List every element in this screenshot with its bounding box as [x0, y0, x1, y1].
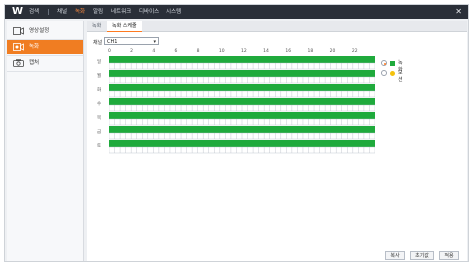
channel-select[interactable]: CH1 ▾: [104, 37, 159, 45]
main-panel: 녹화 녹화 스케줄 채널 CH1 ▾ 0 2 4 6 8 10 12 14 16 18 20 22 일…: [87, 21, 467, 261]
motion-radio[interactable]: [381, 70, 387, 76]
menu-channel[interactable]: 채널: [57, 5, 67, 19]
record-icon: [13, 43, 24, 51]
hour-tick-label: 18: [307, 49, 314, 54]
record-radio[interactable]: [381, 60, 387, 66]
schedule-day-bar[interactable]: [109, 112, 375, 119]
hour-tick-label: 16: [285, 49, 292, 54]
menu-alarm[interactable]: 알림: [93, 5, 103, 19]
day-row-label: 화: [97, 88, 102, 93]
menu-device[interactable]: 디바이스: [139, 5, 159, 19]
camera-settings-icon: [13, 27, 24, 35]
schedule-day-bar[interactable]: [109, 140, 375, 147]
copy-button[interactable]: 복사: [385, 251, 405, 260]
close-icon[interactable]: ✕: [455, 5, 462, 19]
schedule-day-bar[interactable]: [109, 70, 375, 77]
reset-button[interactable]: 초기값: [410, 251, 434, 260]
menu-system[interactable]: 시스템: [166, 5, 181, 19]
day-row-label: 금: [97, 130, 102, 135]
hour-tick-label: 14: [263, 49, 269, 54]
schedule-day-bar[interactable]: [109, 126, 375, 133]
channel-value: CH1: [107, 39, 118, 45]
sidebar-divider: [7, 71, 83, 72]
chevron-down-icon: ▾: [153, 39, 156, 45]
day-row-label: 목: [97, 116, 102, 121]
menu-separator: [48, 9, 49, 15]
sidebar-item-video-settings[interactable]: 영상설정: [7, 24, 83, 38]
day-row-label: 월: [97, 74, 102, 79]
sidebar-item-capture[interactable]: 캡처: [7, 56, 83, 70]
legend-motion-label: 모션: [398, 70, 403, 83]
app-window: W 검색 채널 녹화 알림 네트워크 디바이스 시스템 ✕ 영상설정 녹화 캡처…: [4, 4, 469, 262]
capture-icon: [13, 59, 24, 67]
hour-tick-label: 10: [218, 49, 225, 54]
hour-tick-label: 12: [241, 49, 247, 54]
app-logo: W: [12, 6, 24, 17]
hour-tick-label: 22: [351, 49, 358, 54]
menu-record[interactable]: 녹화: [75, 5, 85, 19]
apply-button[interactable]: 적용: [439, 251, 459, 260]
record-swatch: [390, 61, 395, 66]
hour-tick-label: 8: [196, 49, 200, 54]
day-row-label: 일: [97, 60, 102, 65]
sidebar-item-label: 영상설정: [29, 28, 50, 34]
top-menu-bar: W 검색 채널 녹화 알림 네트워크 디바이스 시스템 ✕: [5, 5, 468, 19]
day-row-label: 토: [97, 144, 102, 149]
tab-record[interactable]: 녹화: [87, 21, 106, 31]
tab-record-schedule[interactable]: 녹화 스케줄: [107, 21, 142, 32]
schedule-day-bar[interactable]: [109, 56, 375, 63]
tab-bar: 녹화 녹화 스케줄: [87, 21, 467, 32]
schedule-day-bar[interactable]: [109, 84, 375, 91]
menu-network[interactable]: 네트워크: [111, 5, 131, 19]
hour-tick-label: 6: [174, 49, 178, 54]
channel-label: 채널: [93, 40, 103, 46]
sidebar-item-record[interactable]: 녹화: [7, 40, 83, 54]
sidebar-item-label: 녹화: [29, 44, 40, 50]
schedule-day-bar[interactable]: [109, 98, 375, 105]
hour-tick-label: 0: [108, 49, 111, 54]
sidebar: 영상설정 녹화 캡처: [7, 21, 84, 261]
hour-tick-label: 4: [152, 49, 156, 54]
hour-tick-label: 2: [130, 49, 134, 54]
sidebar-item-label: 캡처: [29, 60, 40, 66]
motion-swatch: [390, 71, 395, 76]
schedule-grid[interactable]: [109, 55, 375, 159]
hour-tick-label: 20: [329, 49, 336, 54]
day-row-label: 수: [97, 102, 102, 107]
menu-search[interactable]: 검색: [29, 5, 39, 19]
